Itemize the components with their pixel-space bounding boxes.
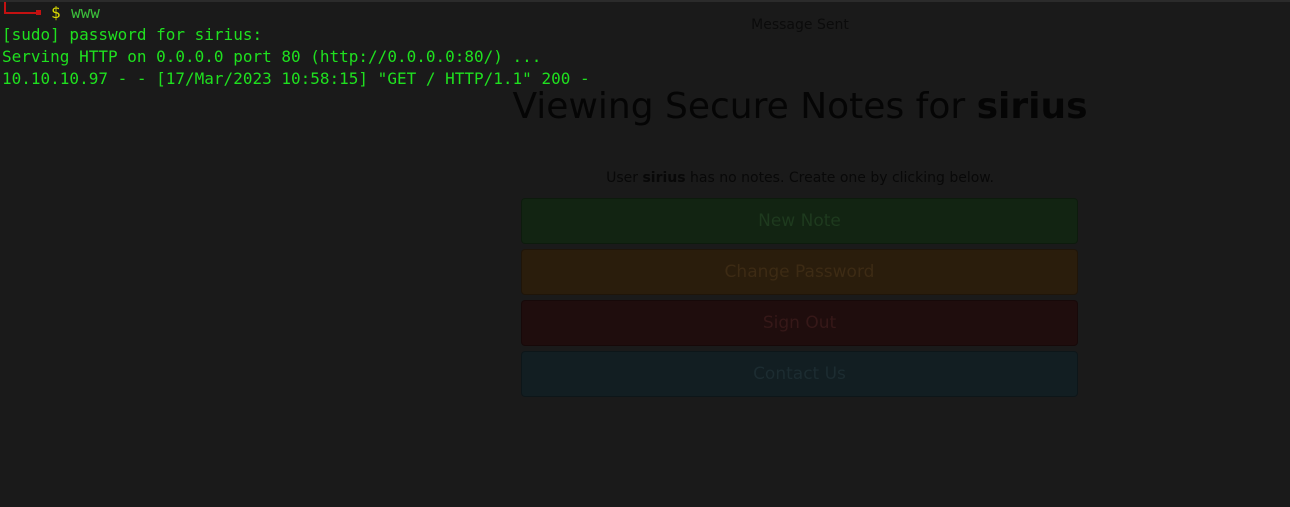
sign-out-button[interactable]: Sign Out [521,300,1078,346]
no-notes-message: User sirius has no notes. Create one by … [520,170,1080,186]
terminal-output-line: 10.10.10.97 - - [17/Mar/2023 10:58:15] "… [2,69,590,88]
page-title: Viewing Secure Notes for sirius [500,86,1100,127]
prompt-corner-icon [4,2,40,14]
new-note-button[interactable]: New Note [521,198,1078,244]
terminal-command: www [71,3,100,22]
terminal-output-line: Serving HTTP on 0.0.0.0 port 80 (http://… [2,47,542,66]
no-notes-suffix: has no notes. Create one by clicking bel… [690,170,994,186]
change-password-button[interactable]: Change Password [521,249,1078,295]
terminal-output-line: [sudo] password for sirius: [2,25,263,44]
page-title-prefix: Viewing Secure Notes for [512,86,966,127]
page-title-user: sirius [976,86,1088,127]
terminal-prompt: $ www [0,2,200,24]
prompt-dot-icon [36,10,41,15]
no-notes-prefix: User [606,170,638,186]
no-notes-user: sirius [642,170,686,186]
contact-us-button[interactable]: Contact Us [521,351,1078,397]
flash-message: Message Sent [751,17,849,33]
prompt-symbol: $ [51,3,61,22]
